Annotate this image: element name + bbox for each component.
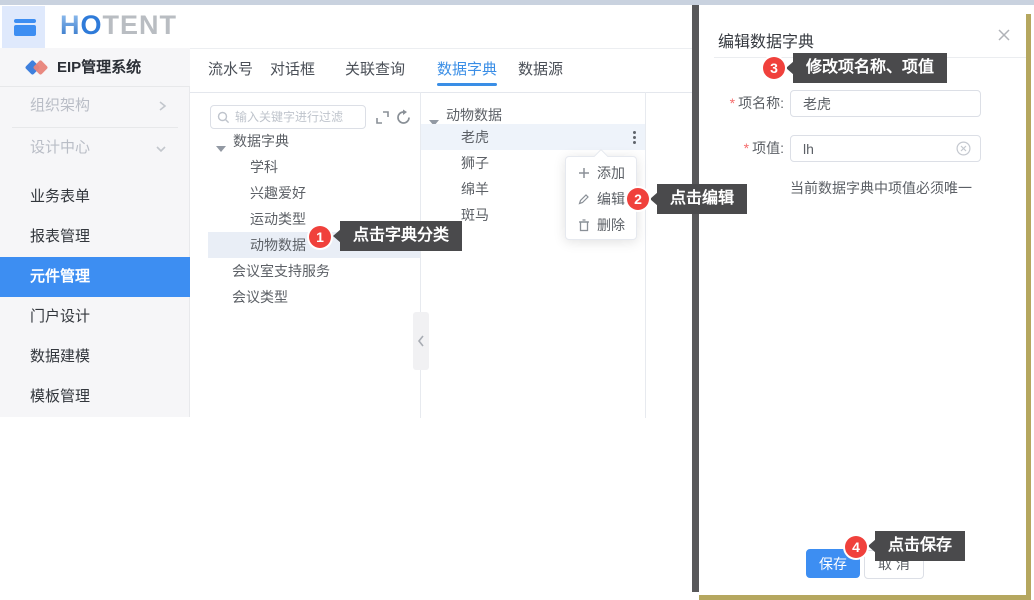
tree-node-meeting-type[interactable]: 会议类型	[208, 284, 420, 310]
item-name-label: *项名称:	[700, 90, 784, 117]
sidebar-item-portal-design[interactable]: 门户设计	[0, 297, 190, 337]
field-item-value: *项值:	[700, 135, 981, 162]
corner-bracket-icon[interactable]	[372, 107, 392, 127]
chevron-right-icon	[156, 99, 168, 113]
tree-search-box	[210, 105, 366, 129]
tab-serial-number[interactable]: 流水号	[208, 55, 253, 85]
tree-node-hobby[interactable]: 兴趣爱好	[208, 180, 420, 206]
active-tab-underline	[437, 83, 497, 86]
clear-input-icon[interactable]	[956, 141, 971, 156]
sidebar-item-data-modeling[interactable]: 数据建模	[0, 337, 190, 377]
step-tooltip-4: 点击保存	[875, 531, 965, 561]
tree-node-root[interactable]: 数据字典	[208, 128, 420, 154]
sidebar-item-template-mgmt[interactable]: 模板管理	[0, 377, 190, 417]
step-badge-1: 1	[309, 226, 331, 248]
tab-data-source[interactable]: 数据源	[518, 55, 563, 85]
logo-letter-h: H	[60, 10, 81, 40]
uniqueness-hint: 当前数据字典中项值必须唯一	[790, 178, 972, 198]
drawer-title: 编辑数据字典	[718, 28, 814, 52]
panel-collapse-handle[interactable]	[413, 312, 429, 370]
step-badge-4: 4	[845, 536, 867, 558]
tab-dialog[interactable]: 对话框	[270, 55, 315, 85]
sidebar-item-business-form[interactable]: 业务表单	[0, 177, 190, 217]
app-window: HOTENT EIP管理系统 组织架构 设计中心 业务表单 报表管理 元件管理 …	[0, 0, 1034, 600]
step-tooltip-2: 点击编辑	[657, 184, 747, 214]
item-value-label: *项值:	[700, 135, 784, 162]
drawer-bottom-border	[699, 595, 1031, 600]
logo: HOTENT	[60, 10, 177, 41]
plus-icon	[578, 167, 590, 179]
item-panel-divider	[645, 92, 646, 418]
tree-node-meeting-room-service[interactable]: 会议室支持服务	[208, 258, 420, 284]
logo-letters-rest: TENT	[103, 10, 178, 40]
chevron-left-icon	[416, 334, 426, 348]
close-icon[interactable]	[997, 28, 1015, 46]
tree-node-subject[interactable]: 学科	[208, 154, 420, 180]
search-input[interactable]	[235, 110, 355, 124]
caret-down-icon	[216, 146, 226, 152]
sidebar-system-title: EIP管理系统	[0, 48, 190, 87]
logo-letter-o: O	[81, 10, 103, 40]
pencil-icon	[578, 193, 590, 205]
step-tooltip-3: 修改项名称、项值	[793, 53, 947, 83]
field-item-name: *项名称:	[700, 90, 981, 117]
refresh-icon[interactable]	[393, 107, 413, 127]
item-tiger[interactable]: 老虎	[421, 124, 645, 150]
sidebar-item-component-mgmt[interactable]: 元件管理	[0, 257, 190, 297]
step-badge-2: 2	[627, 188, 649, 210]
eip-diamond-icon	[26, 60, 50, 75]
item-name-input[interactable]	[790, 90, 981, 117]
chevron-down-icon	[154, 143, 168, 155]
trash-icon	[578, 219, 590, 232]
menu-item-delete[interactable]: 删除	[566, 212, 636, 238]
menu-toggle-button[interactable]	[2, 6, 45, 48]
step-tooltip-1: 点击字典分类	[340, 221, 462, 251]
tab-related-query[interactable]: 关联查询	[345, 55, 405, 85]
sidebar-group-design-center[interactable]: 设计中心	[0, 128, 190, 168]
magnifier-icon	[217, 111, 230, 124]
drawer-right-border	[1026, 14, 1031, 600]
hamburger-icon	[14, 19, 36, 36]
tab-data-dictionary[interactable]: 数据字典	[437, 55, 497, 85]
step-badge-3: 3	[763, 57, 785, 79]
sidebar-group-org[interactable]: 组织架构	[0, 86, 190, 126]
menu-item-edit[interactable]: 编辑	[566, 186, 636, 212]
sidebar-item-report-mgmt[interactable]: 报表管理	[0, 217, 190, 257]
menu-item-add[interactable]: 添加	[566, 160, 636, 186]
more-actions-icon[interactable]	[626, 129, 642, 145]
drawer-divider-bar	[692, 5, 699, 592]
item-value-input[interactable]	[790, 135, 981, 162]
content-top-border	[190, 92, 693, 93]
